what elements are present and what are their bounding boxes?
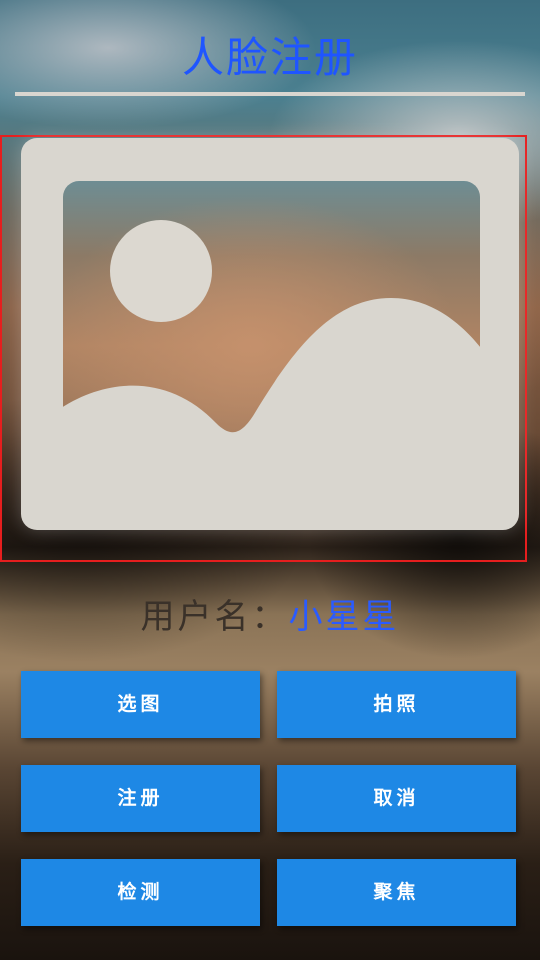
cancel-button[interactable]: 取消 <box>277 765 516 832</box>
face-preview-image[interactable] <box>21 138 519 530</box>
select-image-button[interactable]: 选图 <box>21 671 260 738</box>
register-button[interactable]: 注册 <box>21 765 260 832</box>
username-display: 用户名：小星星 <box>0 590 540 650</box>
username-value: 小星星 <box>288 597 400 637</box>
title-divider <box>15 92 525 96</box>
header: 人脸注册 <box>0 0 540 100</box>
image-placeholder-icon <box>61 181 481 490</box>
username-label: 用户名： <box>140 597 289 637</box>
focus-button[interactable]: 聚焦 <box>277 859 516 926</box>
detect-button[interactable]: 检测 <box>21 859 260 926</box>
page-title: 人脸注册 <box>181 33 358 82</box>
take-photo-button[interactable]: 拍照 <box>277 671 516 738</box>
